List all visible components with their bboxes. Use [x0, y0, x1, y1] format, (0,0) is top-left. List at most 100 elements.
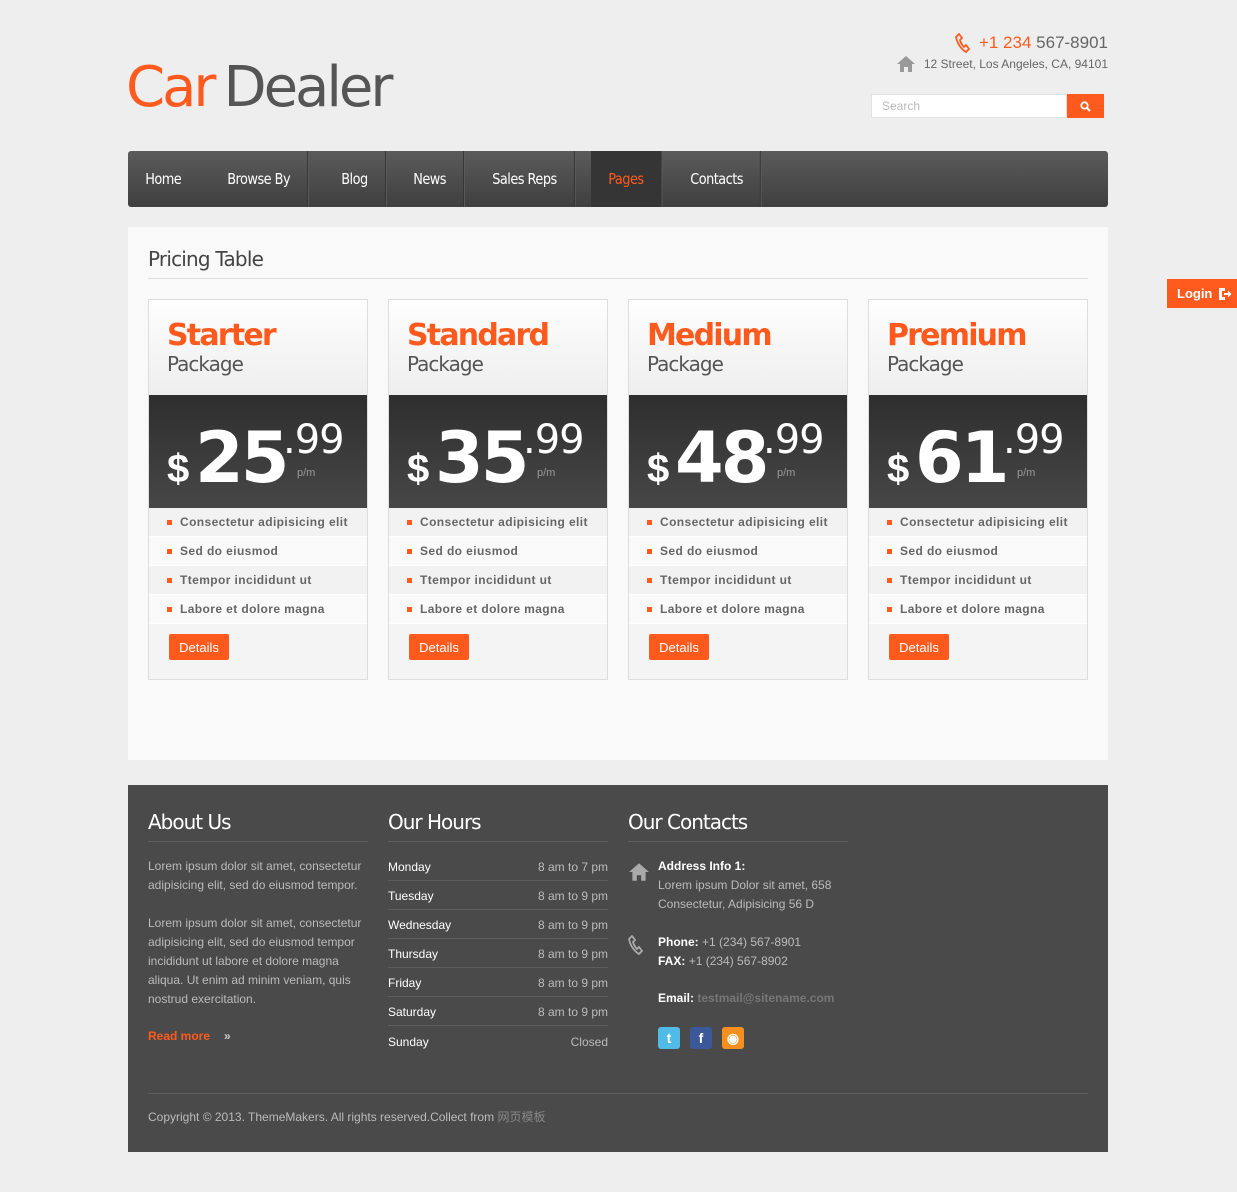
feature-item: Ttempor incididunt ut — [389, 566, 607, 595]
hours-time: 8 am to 9 pm — [537, 976, 608, 990]
bullet-icon — [167, 606, 172, 612]
email-link[interactable]: testmail@sitename.com — [697, 991, 834, 1005]
feature-item: Sed do eiusmod — [629, 537, 847, 566]
copyright-link[interactable]: 网页模板 — [497, 1110, 545, 1124]
search-input[interactable] — [871, 94, 1067, 118]
search-button[interactable] — [1067, 94, 1104, 118]
feature-text: Consectetur adipisicing elit — [660, 514, 828, 529]
hours-row: Sunday Closed — [388, 1026, 608, 1055]
hours-row: Tuesday 8 am to 9 pm — [388, 881, 608, 910]
plan-subtitle: Package — [647, 351, 724, 376]
page-title: Pricing Table — [148, 247, 1088, 279]
nav-news[interactable]: News — [396, 151, 464, 207]
price-period: p/m — [777, 467, 796, 479]
feature-text: Ttempor incididunt ut — [420, 572, 552, 587]
details-button[interactable]: Details — [889, 634, 949, 660]
plan-subtitle: Package — [167, 351, 244, 376]
twitter-icon[interactable]: t — [658, 1027, 680, 1049]
plan-price: $ 35 .99 p/m — [389, 395, 607, 508]
plan-subtitle: Package — [887, 351, 964, 376]
contacts-title: Our Contacts — [628, 810, 848, 842]
details-button[interactable]: Details — [649, 634, 709, 660]
price-period: p/m — [1017, 467, 1036, 479]
bullet-icon — [887, 519, 892, 525]
plan-price: $ 61 .99 p/m — [869, 395, 1087, 508]
login-button[interactable]: Login — [1167, 279, 1237, 308]
price-amount: 48 — [675, 417, 769, 499]
price-cents: .99 — [1003, 417, 1065, 463]
hours-time: Closed — [570, 1034, 608, 1049]
bullet-icon — [407, 519, 412, 525]
fax-value: +1 (234) 567-8902 — [688, 954, 788, 968]
plan-name: Starter — [167, 318, 277, 353]
site-logo[interactable]: Car Dealer — [126, 60, 393, 116]
plan-name: Medium — [647, 318, 773, 353]
logo-car: Car — [126, 55, 216, 120]
nav-contacts[interactable]: Contacts — [673, 151, 762, 207]
details-button[interactable]: Details — [169, 634, 229, 660]
header-address: 12 Street, Los Angeles, CA, 94101 — [896, 54, 1108, 74]
plan-header: Standard Package — [389, 300, 607, 395]
price-amount: 25 — [195, 417, 289, 499]
plan-subtitle: Package — [407, 351, 484, 376]
hours-title: Our Hours — [388, 810, 608, 842]
feature-text: Labore et dolore magna — [660, 601, 805, 616]
feature-text: Consectetur adipisicing elit — [180, 514, 348, 529]
price-currency: $ — [887, 447, 910, 491]
pricing-plan-medium: Medium Package $ 48 .99 p/m Consectetur … — [628, 299, 848, 680]
address-text: 12 Street, Los Angeles, CA, 94101 — [923, 57, 1108, 71]
nav-browse-by[interactable]: Browse By — [210, 151, 309, 207]
feature-item: Consectetur adipisicing elit — [389, 508, 607, 537]
hours-table: Monday 8 am to 7 pm Tuesday 8 am to 9 pm W… — [388, 852, 608, 1055]
pricing-plan-starter: Starter Package $ 25 .99 p/m Consectetur… — [148, 299, 368, 680]
bullet-icon — [647, 577, 652, 583]
price-cents: .99 — [763, 417, 825, 463]
details-button[interactable]: Details — [409, 634, 469, 660]
double-chevron-right-icon: » — [224, 1029, 231, 1043]
address-label: Address Info 1: — [658, 859, 746, 873]
feature-item: Ttempor incididunt ut — [629, 566, 847, 595]
plan-price: $ 48 .99 p/m — [629, 395, 847, 508]
about-title: About Us — [148, 810, 368, 842]
feature-text: Ttempor incididunt ut — [900, 572, 1032, 587]
hours-time: 8 am to 9 pm — [537, 947, 608, 961]
bullet-icon — [647, 519, 652, 525]
hours-day: Thursday — [388, 947, 439, 961]
bullet-icon — [167, 548, 172, 554]
hours-row: Wednesday 8 am to 9 pm — [388, 910, 608, 939]
feature-text: Consectetur adipisicing elit — [900, 514, 1068, 529]
nav-pages[interactable]: Pages — [590, 151, 662, 207]
feature-item: Sed do eiusmod — [389, 537, 607, 566]
facebook-icon[interactable]: f — [690, 1027, 712, 1049]
feature-list: Consectetur adipisicing elit Sed do eius… — [389, 508, 607, 624]
contact-address: Address Info 1: Lorem ipsum Dolor sit am… — [658, 857, 831, 914]
feature-text: Labore et dolore magna — [180, 601, 325, 616]
feature-text: Sed do eiusmod — [420, 543, 519, 558]
copyright-text: Copyright © 2013. ThemeMakers. All right… — [148, 1110, 495, 1124]
plan-price: $ 25 .99 p/m — [149, 395, 367, 508]
plan-header: Medium Package — [629, 300, 847, 395]
price-period: p/m — [297, 467, 316, 479]
nav-sales-reps[interactable]: Sales Reps — [475, 151, 575, 207]
feature-item: Ttempor incididunt ut — [869, 566, 1087, 595]
hours-day: Saturday — [388, 1005, 437, 1019]
price-cents: .99 — [523, 417, 585, 463]
phone-icon — [954, 33, 971, 53]
fax-label: FAX: — [658, 954, 686, 968]
nav-blog[interactable]: Blog — [324, 151, 386, 207]
hours-day: Wednesday — [388, 918, 452, 932]
feature-text: Ttempor incididunt ut — [660, 572, 792, 587]
hours-row: Friday 8 am to 9 pm — [388, 968, 608, 997]
bullet-icon — [887, 577, 892, 583]
price-amount: 35 — [435, 417, 529, 499]
feature-item: Consectetur adipisicing elit — [149, 508, 367, 537]
rss-icon[interactable]: ◉ — [722, 1027, 744, 1049]
bullet-icon — [407, 577, 412, 583]
hours-day: Friday — [388, 976, 422, 990]
feature-item: Consectetur adipisicing elit — [629, 508, 847, 537]
feature-item: Labore et dolore magna — [629, 595, 847, 624]
read-more-link[interactable]: Read more » — [148, 1029, 231, 1043]
copyright: Copyright © 2013. ThemeMakers. All right… — [148, 1093, 1088, 1125]
nav-home[interactable]: Home — [128, 151, 198, 207]
feature-text: Sed do eiusmod — [660, 543, 759, 558]
